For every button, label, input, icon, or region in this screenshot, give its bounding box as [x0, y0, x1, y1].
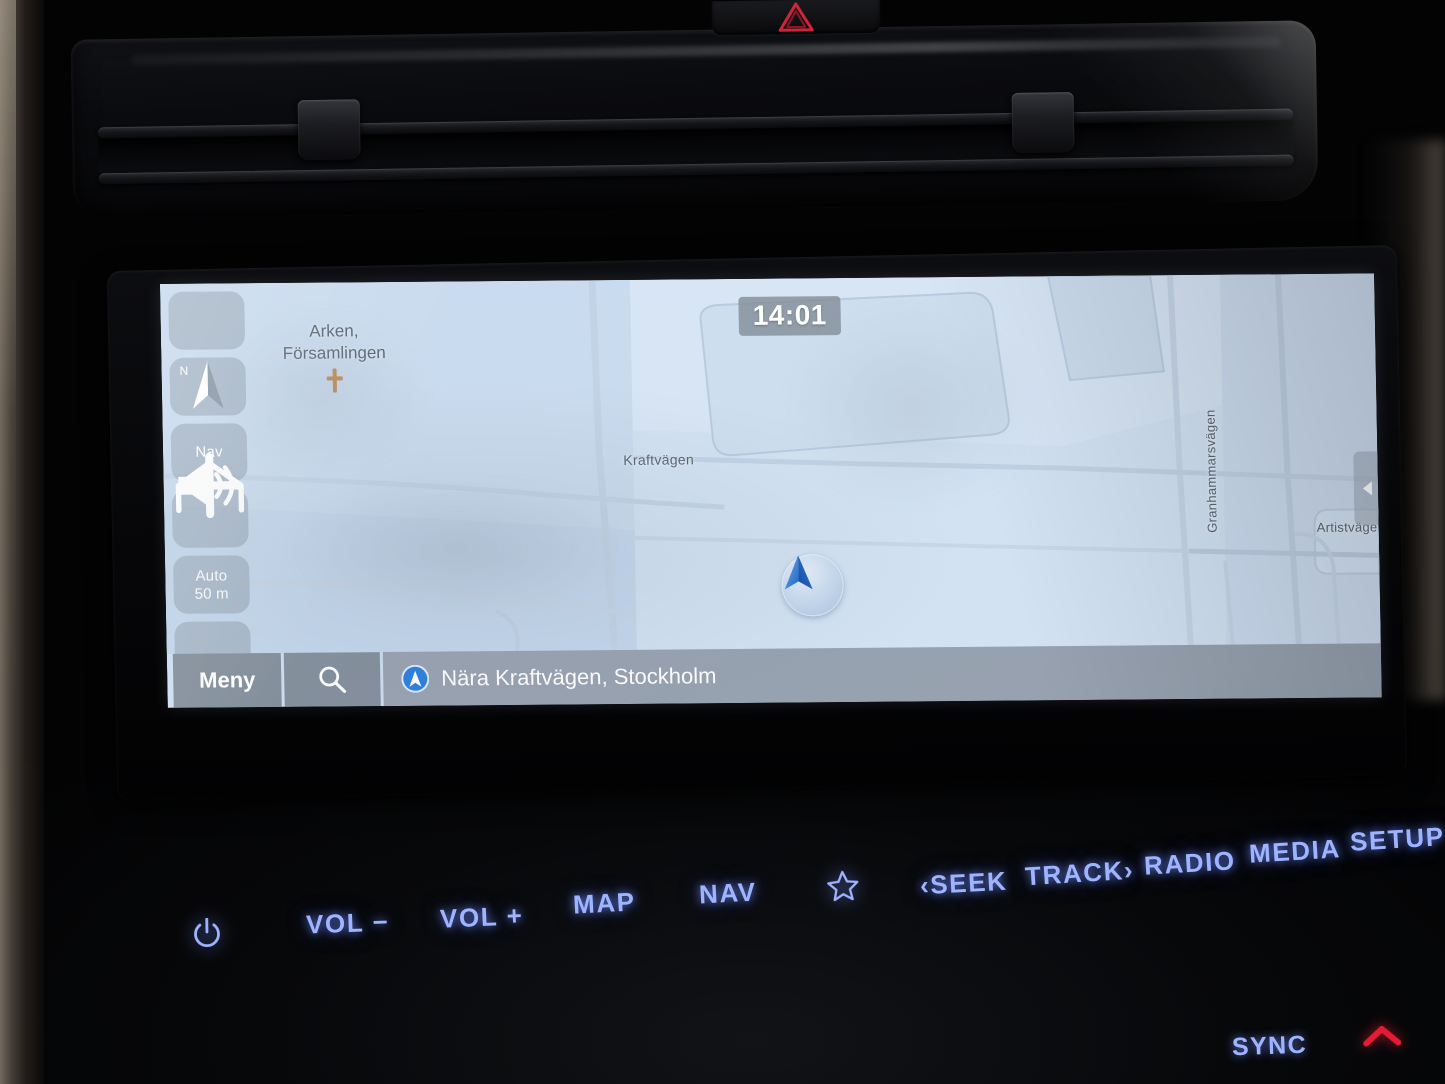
touchscreen-display[interactable]: Arken, Församlingen Kraftvägen Granhamma… — [160, 273, 1382, 708]
volume-down-button[interactable]: VOL − — [305, 907, 389, 941]
poi-label-line2: Församlingen — [282, 343, 386, 363]
dashboard-console: Arken, Församlingen Kraftvägen Granhamma… — [0, 0, 1445, 1084]
volume-up-button[interactable]: VOL + — [439, 900, 524, 935]
search-button[interactable] — [283, 652, 381, 707]
hazard-triangle-icon — [778, 1, 814, 34]
chevron-left-icon — [1362, 481, 1372, 496]
hardware-button-row: VOL − VOL + MAP NAV ‹SEEK TRACK› RADIO M… — [0, 821, 1445, 970]
star-icon — [825, 869, 861, 903]
poi-label-line1: Arken, — [309, 321, 359, 341]
zoom-out-button[interactable] — [174, 481, 252, 654]
poi-label: Arken, Församlingen — [249, 320, 420, 365]
power-button[interactable] — [192, 917, 223, 951]
hazard-light-button[interactable] — [711, 0, 881, 36]
church-cross-icon — [325, 368, 345, 392]
map-button[interactable]: MAP — [572, 886, 636, 920]
map-status-bar: Meny Nära Kraftvägen, Stockholm — [167, 643, 1382, 708]
chevron-up-icon — [1362, 1023, 1403, 1048]
map-canvas[interactable]: Arken, Församlingen Kraftvägen Granhamma… — [160, 273, 1381, 654]
nav-button[interactable]: NAV — [698, 877, 757, 911]
trim-highlight — [0, 0, 16, 700]
current-location-bar[interactable]: Nära Kraftvägen, Stockholm — [382, 643, 1382, 707]
clock-badge: 14:01 — [738, 296, 842, 337]
setup-button[interactable]: SETUP — [1349, 821, 1445, 858]
track-button[interactable]: TRACK› — [1024, 855, 1135, 893]
map-panel-expand-tab[interactable] — [1353, 451, 1381, 526]
display-surface: Arken, Församlingen Kraftvägen Granhamma… — [160, 273, 1382, 708]
air-vent-housing — [70, 20, 1319, 220]
current-location-text: Nära Kraftvägen, Stockholm — [441, 663, 717, 691]
favorite-button[interactable] — [825, 869, 861, 903]
vent-gloss-corner — [1013, 20, 1319, 220]
sync-button[interactable]: SYNC — [1232, 1031, 1308, 1063]
vent-knob-left[interactable] — [297, 99, 361, 161]
up-caret-indicator[interactable] — [1362, 1023, 1403, 1048]
search-icon — [316, 663, 349, 695]
navigation-arrow-icon — [781, 554, 845, 617]
radio-button[interactable]: RADIO — [1143, 845, 1237, 882]
media-button[interactable]: MEDIA — [1248, 833, 1342, 870]
seek-button[interactable]: ‹SEEK — [919, 866, 1008, 902]
power-icon — [192, 917, 223, 951]
map-control-rail: N Nav Auto 50 m — [168, 291, 252, 654]
location-arrow-badge-icon — [401, 664, 430, 693]
menu-button[interactable]: Meny — [172, 652, 282, 708]
